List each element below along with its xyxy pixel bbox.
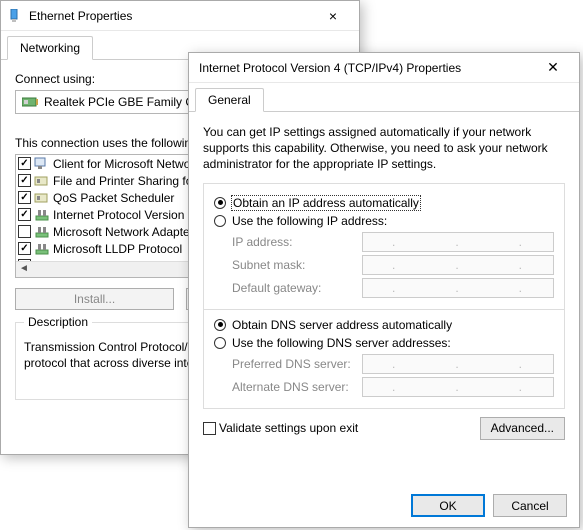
radio-ip-auto[interactable]: Obtain an IP address automatically bbox=[214, 196, 554, 210]
titlebar[interactable]: Ethernet Properties × bbox=[1, 1, 359, 31]
radio-ip-auto-label: Obtain an IP address automatically bbox=[232, 196, 420, 210]
validate-checkbox[interactable]: Validate settings upon exit bbox=[203, 421, 358, 435]
close-icon[interactable]: × bbox=[313, 8, 353, 24]
radio-ip-manual-label: Use the following IP address: bbox=[232, 214, 387, 228]
proto-icon bbox=[34, 224, 50, 240]
radio-icon bbox=[214, 197, 226, 209]
ethernet-icon bbox=[7, 9, 21, 23]
preferred-dns-label: Preferred DNS server: bbox=[232, 357, 362, 371]
advanced-button[interactable]: Advanced... bbox=[480, 417, 565, 440]
radio-dns-manual-label: Use the following DNS server addresses: bbox=[232, 336, 451, 350]
window-title: Ethernet Properties bbox=[25, 9, 313, 23]
cancel-button[interactable]: Cancel bbox=[493, 494, 567, 517]
service-icon bbox=[34, 173, 50, 189]
checkbox-icon bbox=[203, 422, 216, 435]
list-item-label: Microsoft Network Adapte bbox=[53, 225, 190, 239]
radio-icon bbox=[214, 215, 226, 227]
adapter-name: Realtek PCIe GBE Family C bbox=[44, 95, 194, 109]
radio-dns-auto-label: Obtain DNS server address automatically bbox=[232, 318, 452, 332]
checkbox-icon[interactable] bbox=[18, 225, 31, 238]
list-item-label: QoS Packet Scheduler bbox=[53, 191, 174, 205]
preferred-dns-input[interactable]: ... bbox=[362, 354, 554, 374]
install-button[interactable]: Install... bbox=[15, 288, 174, 310]
list-item-label: Client for Microsoft Netwo bbox=[53, 157, 190, 171]
list-item-label: Internet Protocol Version bbox=[53, 208, 184, 222]
dns-settings-group: Obtain DNS server address automatically … bbox=[203, 310, 565, 409]
validate-label: Validate settings upon exit bbox=[219, 421, 358, 435]
description-legend: Description bbox=[24, 315, 92, 329]
radio-icon bbox=[214, 319, 226, 331]
client-icon bbox=[34, 156, 50, 172]
list-item-label: Microsoft LLDP Protocol bbox=[53, 242, 182, 256]
tab-general[interactable]: General bbox=[195, 88, 264, 112]
default-gateway-row: Default gateway: ... bbox=[232, 278, 554, 298]
radio-icon bbox=[214, 337, 226, 349]
alternate-dns-row: Alternate DNS server: ... bbox=[232, 377, 554, 397]
close-icon[interactable]: ✕ bbox=[533, 59, 573, 76]
checkbox-icon[interactable] bbox=[18, 174, 31, 187]
default-gateway-label: Default gateway: bbox=[232, 281, 362, 295]
ip-settings-group: Obtain an IP address automatically Use t… bbox=[203, 183, 565, 310]
checkbox-icon[interactable] bbox=[18, 191, 31, 204]
ip-address-label: IP address: bbox=[232, 235, 362, 249]
proto-icon bbox=[34, 241, 50, 257]
nic-icon bbox=[22, 94, 38, 110]
checkbox-icon[interactable] bbox=[18, 157, 31, 170]
radio-dns-auto[interactable]: Obtain DNS server address automatically bbox=[214, 318, 554, 332]
tab-networking[interactable]: Networking bbox=[7, 36, 93, 60]
titlebar[interactable]: Internet Protocol Version 4 (TCP/IPv4) P… bbox=[189, 53, 579, 83]
subnet-mask-row: Subnet mask: ... bbox=[232, 255, 554, 275]
info-text: You can get IP settings assigned automat… bbox=[203, 124, 565, 173]
list-item-label: File and Printer Sharing fo bbox=[53, 174, 192, 188]
checkbox-icon[interactable] bbox=[18, 242, 31, 255]
window-title: Internet Protocol Version 4 (TCP/IPv4) P… bbox=[195, 61, 533, 75]
ip-address-input[interactable]: ... bbox=[362, 232, 554, 252]
radio-dns-manual[interactable]: Use the following DNS server addresses: bbox=[214, 336, 554, 350]
service-icon bbox=[34, 190, 50, 206]
ipv4-properties-window: Internet Protocol Version 4 (TCP/IPv4) P… bbox=[188, 52, 580, 528]
proto-icon bbox=[34, 207, 50, 223]
alternate-dns-input[interactable]: ... bbox=[362, 377, 554, 397]
ok-button[interactable]: OK bbox=[411, 494, 485, 517]
alternate-dns-label: Alternate DNS server: bbox=[232, 380, 362, 394]
subnet-mask-label: Subnet mask: bbox=[232, 258, 362, 272]
default-gateway-input[interactable]: ... bbox=[362, 278, 554, 298]
ip-address-row: IP address: ... bbox=[232, 232, 554, 252]
tabstrip: General bbox=[189, 83, 579, 112]
scroll-left-icon[interactable]: ◄ bbox=[16, 262, 32, 278]
preferred-dns-row: Preferred DNS server: ... bbox=[232, 354, 554, 374]
subnet-mask-input[interactable]: ... bbox=[362, 255, 554, 275]
checkbox-icon[interactable] bbox=[18, 208, 31, 221]
radio-ip-manual[interactable]: Use the following IP address: bbox=[214, 214, 554, 228]
